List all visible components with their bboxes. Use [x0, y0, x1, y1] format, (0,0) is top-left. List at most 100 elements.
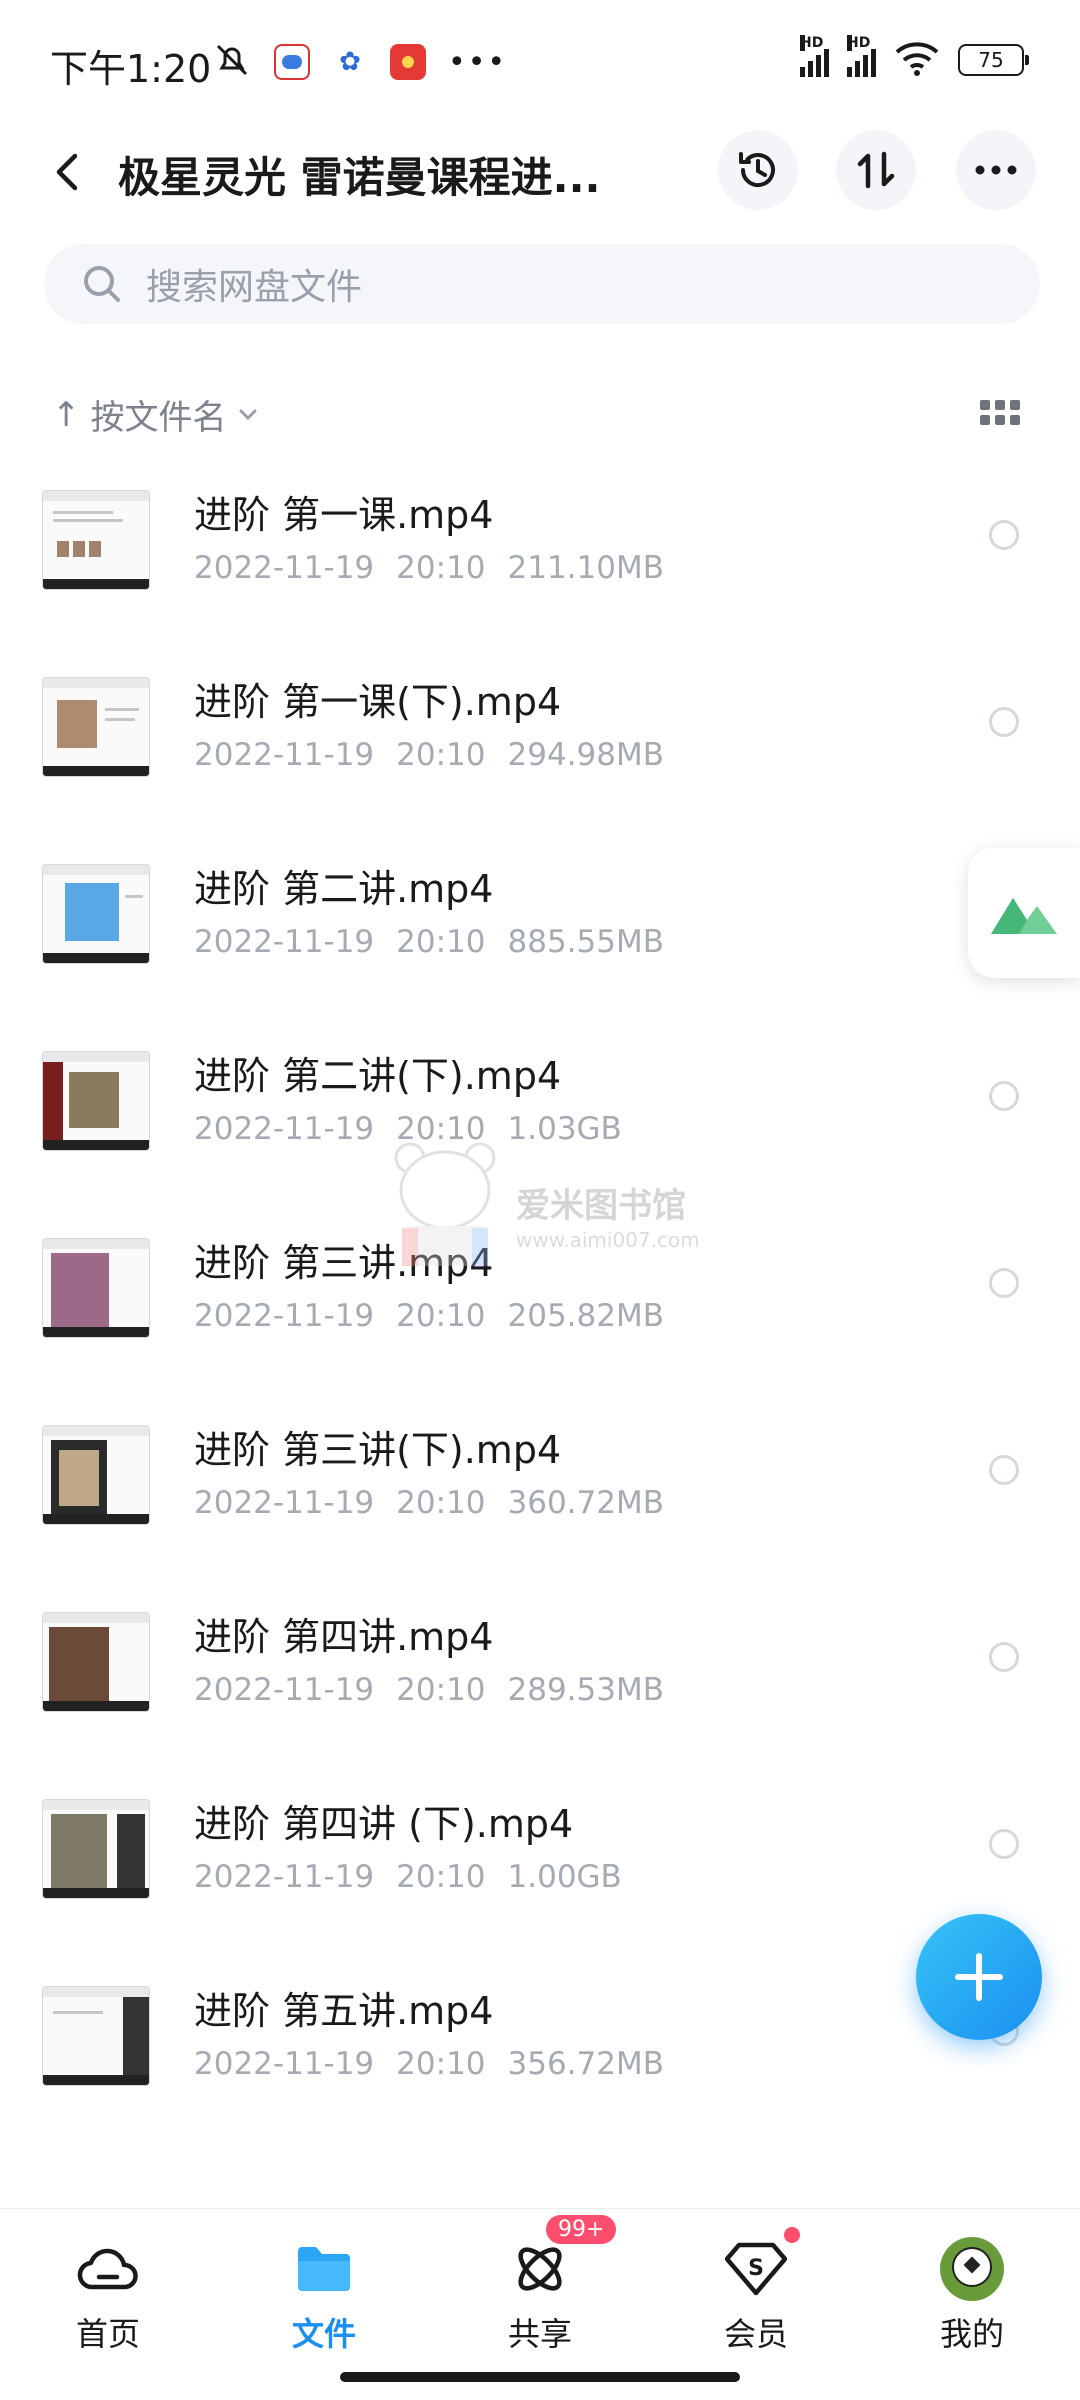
- search-input[interactable]: 搜索网盘文件: [44, 244, 1040, 324]
- more-notifications-icon: •••: [448, 44, 508, 80]
- grid-view-button[interactable]: [980, 392, 1020, 432]
- select-checkbox[interactable]: [989, 1455, 1019, 1485]
- floating-side-widget[interactable]: [968, 848, 1080, 978]
- sort-transfer-button[interactable]: [836, 130, 916, 210]
- file-row[interactable]: 进阶 第四讲.mp4 2022-11-19 20:10 289.53MB: [0, 1584, 1080, 1771]
- history-button[interactable]: [718, 130, 798, 210]
- file-name: 进阶 第四讲.mp4: [194, 1615, 494, 1659]
- red-packet-icon: [390, 44, 426, 80]
- file-time: 20:10: [396, 1485, 486, 1521]
- file-name: 进阶 第一课(下).mp4: [194, 680, 562, 724]
- nav-files-label: 文件: [291, 2315, 356, 2353]
- select-checkbox[interactable]: [989, 707, 1019, 737]
- file-time: 20:10: [396, 924, 486, 960]
- video-thumbnail: [42, 490, 150, 590]
- folder-icon: [292, 2237, 356, 2301]
- sort-transfer-icon: [857, 151, 895, 189]
- file-date: 2022-11-19: [194, 550, 375, 586]
- search-placeholder: 搜索网盘文件: [146, 267, 363, 308]
- file-date: 2022-11-19: [194, 1859, 375, 1895]
- file-name: 进阶 第五讲.mp4: [194, 1989, 494, 2033]
- sort-label: 按文件名: [90, 398, 227, 438]
- signal-icon: HD: [800, 35, 829, 77]
- video-thumbnail: [42, 1425, 150, 1525]
- file-size: 1.00GB: [507, 1859, 622, 1895]
- plus-icon: [955, 1953, 1003, 2001]
- nav-files[interactable]: 文件: [254, 2237, 394, 2357]
- header: 极星灵光 雷诺曼课程进...: [0, 126, 1080, 218]
- file-date: 2022-11-19: [194, 1485, 375, 1521]
- status-notification-icons: ✿ •••: [212, 40, 507, 84]
- video-thumbnail: [42, 1799, 150, 1899]
- signal-icon-2: HD: [847, 35, 876, 77]
- file-meta: 2022-11-19 20:10 294.98MB: [194, 737, 686, 773]
- file-time: 20:10: [396, 1859, 486, 1895]
- nav-vip[interactable]: S 会员: [686, 2227, 826, 2357]
- app-notification-icon: [274, 44, 310, 80]
- sort-arrow-icon: ↑: [52, 394, 81, 435]
- file-meta: 2022-11-19 20:10 289.53MB: [194, 1672, 686, 1708]
- nav-home-label: 首页: [75, 2315, 140, 2353]
- file-list: 进阶 第一课.mp4 2022-11-19 20:10 211.10MB 进阶 第一课(…: [0, 462, 1080, 2145]
- nav-me[interactable]: 我的: [902, 2237, 1042, 2357]
- mute-icon: [212, 40, 252, 84]
- wifi-icon: [894, 40, 940, 80]
- file-name: 进阶 第一课.mp4: [194, 493, 494, 537]
- nav-share-label: 共享: [507, 2315, 572, 2353]
- file-row[interactable]: 进阶 第三讲(下).mp4 2022-11-19 20:10 360.72MB: [0, 1397, 1080, 1584]
- watermark-url: www.aimi007.com: [516, 1228, 700, 1252]
- file-row[interactable]: 进阶 第二讲.mp4 2022-11-19 20:10 885.55MB: [0, 836, 1080, 1023]
- sort-by-name-button[interactable]: ↑ 按文件名: [52, 390, 1032, 439]
- back-button[interactable]: [38, 140, 98, 204]
- mountain-icon: [991, 898, 1057, 934]
- file-date: 2022-11-19: [194, 1111, 375, 1147]
- file-date: 2022-11-19: [194, 1672, 375, 1708]
- file-row[interactable]: 进阶 第一课.mp4 2022-11-19 20:10 211.10MB: [0, 462, 1080, 649]
- file-row[interactable]: 进阶 第一课(下).mp4 2022-11-19 20:10 294.98MB: [0, 649, 1080, 836]
- nav-me-label: 我的: [939, 2315, 1004, 2353]
- add-button[interactable]: [916, 1914, 1042, 2040]
- select-checkbox[interactable]: [989, 1642, 1019, 1672]
- vip-diamond-icon: S: [724, 2227, 800, 2301]
- home-indicator[interactable]: [340, 2372, 740, 2382]
- file-meta: 2022-11-19 20:10 211.10MB: [194, 550, 686, 586]
- file-time: 20:10: [396, 1298, 486, 1334]
- file-time: 20:10: [396, 1672, 486, 1708]
- select-checkbox[interactable]: [989, 520, 1019, 550]
- file-date: 2022-11-19: [194, 737, 375, 773]
- file-meta: 2022-11-19 20:10 885.55MB: [194, 924, 686, 960]
- file-name: 进阶 第四讲 (下).mp4: [194, 1802, 574, 1846]
- nav-home[interactable]: 首页: [38, 2237, 178, 2357]
- select-checkbox[interactable]: [989, 1829, 1019, 1859]
- file-meta: 2022-11-19 20:10 205.82MB: [194, 1298, 686, 1334]
- status-system-icons: HD HD 75: [800, 35, 1029, 80]
- file-date: 2022-11-19: [194, 1298, 375, 1334]
- file-meta: 2022-11-19 20:10 360.72MB: [194, 1485, 686, 1521]
- file-size: 356.72MB: [507, 2046, 664, 2082]
- search-icon: [80, 262, 124, 306]
- bear-logo-icon: [394, 1142, 496, 1266]
- video-thumbnail: [42, 1612, 150, 1712]
- battery-indicator: 75: [958, 44, 1029, 76]
- chevron-down-icon: [239, 409, 256, 420]
- more-icon: [975, 165, 1017, 175]
- watermark: 爱米图书馆 www.aimi007.com: [380, 1130, 720, 1290]
- history-icon: [739, 152, 775, 187]
- baidu-icon: ✿: [332, 44, 368, 80]
- file-size: 289.53MB: [507, 1672, 664, 1708]
- nav-vip-label: 会员: [723, 2315, 788, 2353]
- file-size: 211.10MB: [507, 550, 664, 586]
- file-date: 2022-11-19: [194, 924, 375, 960]
- select-checkbox[interactable]: [989, 1081, 1019, 1111]
- video-thumbnail: [42, 1986, 150, 2086]
- more-button[interactable]: [956, 130, 1036, 210]
- file-row[interactable]: 进阶 第四讲 (下).mp4 2022-11-19 20:10 1.00GB: [0, 1771, 1080, 1958]
- page-title: 极星灵光 雷诺曼课程进...: [118, 153, 601, 202]
- atom-icon: 99+: [508, 2215, 617, 2301]
- video-thumbnail: [42, 677, 150, 777]
- nav-share[interactable]: 99+ 共享: [470, 2215, 617, 2357]
- file-time: 20:10: [396, 737, 486, 773]
- file-size: 205.82MB: [507, 1298, 664, 1334]
- select-checkbox[interactable]: [989, 1268, 1019, 1298]
- share-badge: 99+: [546, 2215, 617, 2244]
